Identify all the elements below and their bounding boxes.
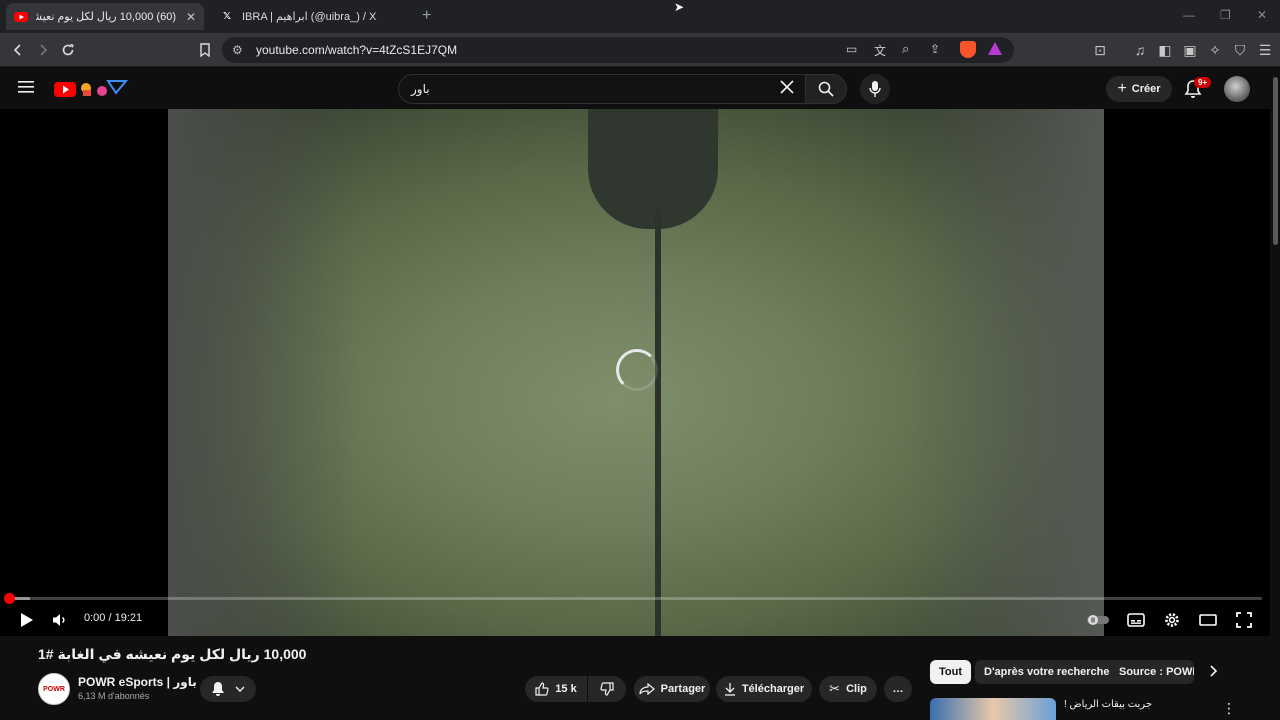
minimize-icon[interactable]: — [1183,8,1195,22]
volume-icon[interactable] [49,609,71,631]
microphone-icon [869,81,881,97]
new-tab-button[interactable]: + [422,7,431,25]
scrubber-knob[interactable] [4,593,15,604]
maximize-icon[interactable]: ❐ [1220,8,1231,22]
thumbs-up-icon [535,682,549,696]
reload-icon[interactable] [59,41,77,59]
recommendation-more-icon[interactable]: ⋮ [1222,700,1236,717]
chip-related-to-search[interactable]: D'après votre recherche [975,660,1119,684]
youtube-logo-icon[interactable] [54,79,130,99]
subscriber-count: 6,13 M d'abonnés [78,691,150,701]
url-text: youtube.com/watch?v=4tZcS1EJ7QM [256,43,458,57]
channel-avatar-text: POWR [43,685,65,693]
more-actions-button[interactable]: … [884,676,912,702]
translate-icon[interactable]: 文 [874,42,886,59]
cast-icon[interactable]: ▭ [846,42,857,56]
tab-x-profile[interactable]: 𝕏 IBRA | ابراهيم (@uibra_) / X [212,3,412,30]
clip-label: Clip [846,683,867,695]
subscription-bell-button[interactable] [200,676,256,702]
time-display: 0:00 / 19:21 [84,612,143,624]
brave-shield-icon[interactable] [960,41,976,58]
search-input[interactable]: باور [411,82,430,96]
site-settings-icon[interactable]: ⚙ [232,43,243,57]
brave-rewards-icon[interactable] [988,42,1002,55]
tab-youtube-video[interactable]: (60) 10,000 ريال لكل يوم نعيشه ف ✕ [6,3,204,30]
chip-source-channel[interactable]: Source : POWR [1110,660,1194,684]
ai-assistant-icon[interactable]: ✧ [1206,41,1224,59]
share-button[interactable]: Partager [634,676,710,702]
address-bar[interactable]: ⚙ youtube.com/watch?v=4tZcS1EJ7QM ▭ 文 ⌕ … [222,37,1014,63]
settings-gear-icon[interactable] [1161,609,1183,631]
create-label: Créer [1131,83,1161,95]
screenshot-icon[interactable]: ⊡ [1091,41,1109,59]
wallet-icon[interactable]: ▣ [1181,41,1199,59]
vpn-shield-icon[interactable]: ⛉ [1231,41,1249,59]
subtitles-icon[interactable] [1125,609,1147,631]
loading-spinner-icon [616,349,658,391]
bookmark-icon[interactable] [196,41,214,59]
search-box[interactable]: باور [398,74,806,104]
download-icon [724,682,736,696]
scissors-icon: ✂ [829,681,841,696]
theater-mode-icon[interactable] [1197,609,1219,631]
search-icon [818,81,834,97]
account-avatar[interactable] [1224,76,1250,102]
search-button[interactable] [805,74,847,104]
menu-icon[interactable]: ☰ [1256,41,1274,59]
close-window-icon[interactable]: ✕ [1257,8,1267,22]
tab-title: IBRA | ابراهيم (@uibra_) / X [242,11,377,23]
recommendation-thumbnail[interactable] [930,698,1056,720]
like-count: 15 k [555,683,577,695]
share-page-icon[interactable]: ⇪ [930,42,940,56]
back-icon[interactable] [9,41,27,59]
fullscreen-icon[interactable] [1233,609,1255,631]
browser-tab-strip: (60) 10,000 ريال لكل يوم نعيشه ف ✕ 𝕏 IBR… [0,0,1280,33]
forward-icon[interactable] [34,41,52,59]
channel-name[interactable]: POWR eSports | باور [78,675,197,689]
chevron-down-icon [235,686,245,692]
close-tab-icon[interactable]: ✕ [186,10,196,24]
plus-icon: + [1117,80,1127,97]
mouse-cursor-icon: ➤ [674,0,685,14]
clip-button[interactable]: ✂ Clip [819,676,877,702]
video-title: 10,000 ريال لكل يوم نعيشه في الغابة #1 [38,646,307,662]
scrollbar-thumb[interactable] [1273,77,1278,245]
clear-search-icon[interactable] [779,79,795,95]
bell-icon [211,681,225,697]
progress-bar[interactable] [4,593,1262,604]
notifications-badge: 9+ [1194,77,1212,88]
media-icon[interactable]: ♫ [1131,41,1149,59]
chip-all[interactable]: Tout [930,660,972,684]
page-scrollbar[interactable] [1270,67,1280,720]
play-button[interactable] [16,609,38,631]
like-button[interactable]: 15 k [525,676,587,702]
voice-search-button[interactable] [860,74,890,104]
chips-next-icon[interactable] [1208,664,1218,678]
guide-menu-icon[interactable] [18,80,36,94]
share-label: Partager [660,683,706,695]
download-label: Télécharger [741,683,805,695]
x-logo-icon: 𝕏 [222,11,232,22]
dislike-button[interactable] [588,676,626,702]
create-button[interactable]: + Créer [1106,76,1172,102]
sidebar-icon[interactable]: ◧ [1156,41,1174,59]
thumbs-down-icon [600,682,614,696]
browser-toolbar: ⚙ youtube.com/watch?v=4tZcS1EJ7QM ▭ 文 ⌕ … [0,33,1280,67]
youtube-icon [14,10,28,24]
recommendation-title[interactable]: جربت بيقات الرياض ! [1064,699,1152,710]
more-icon: … [892,683,904,695]
channel-avatar[interactable]: POWR [38,673,70,705]
tab-title: (60) 10,000 ريال لكل يوم نعيشه ف [36,11,176,23]
autoplay-toggle[interactable] [1086,609,1110,631]
zoom-icon[interactable]: ⌕ [902,41,909,57]
video-player[interactable]: 0:00 / 19:21 [0,109,1270,636]
youtube-masthead: باور + Créer 9+ [0,67,1280,109]
share-icon [639,683,655,695]
download-button[interactable]: Télécharger [716,676,812,702]
